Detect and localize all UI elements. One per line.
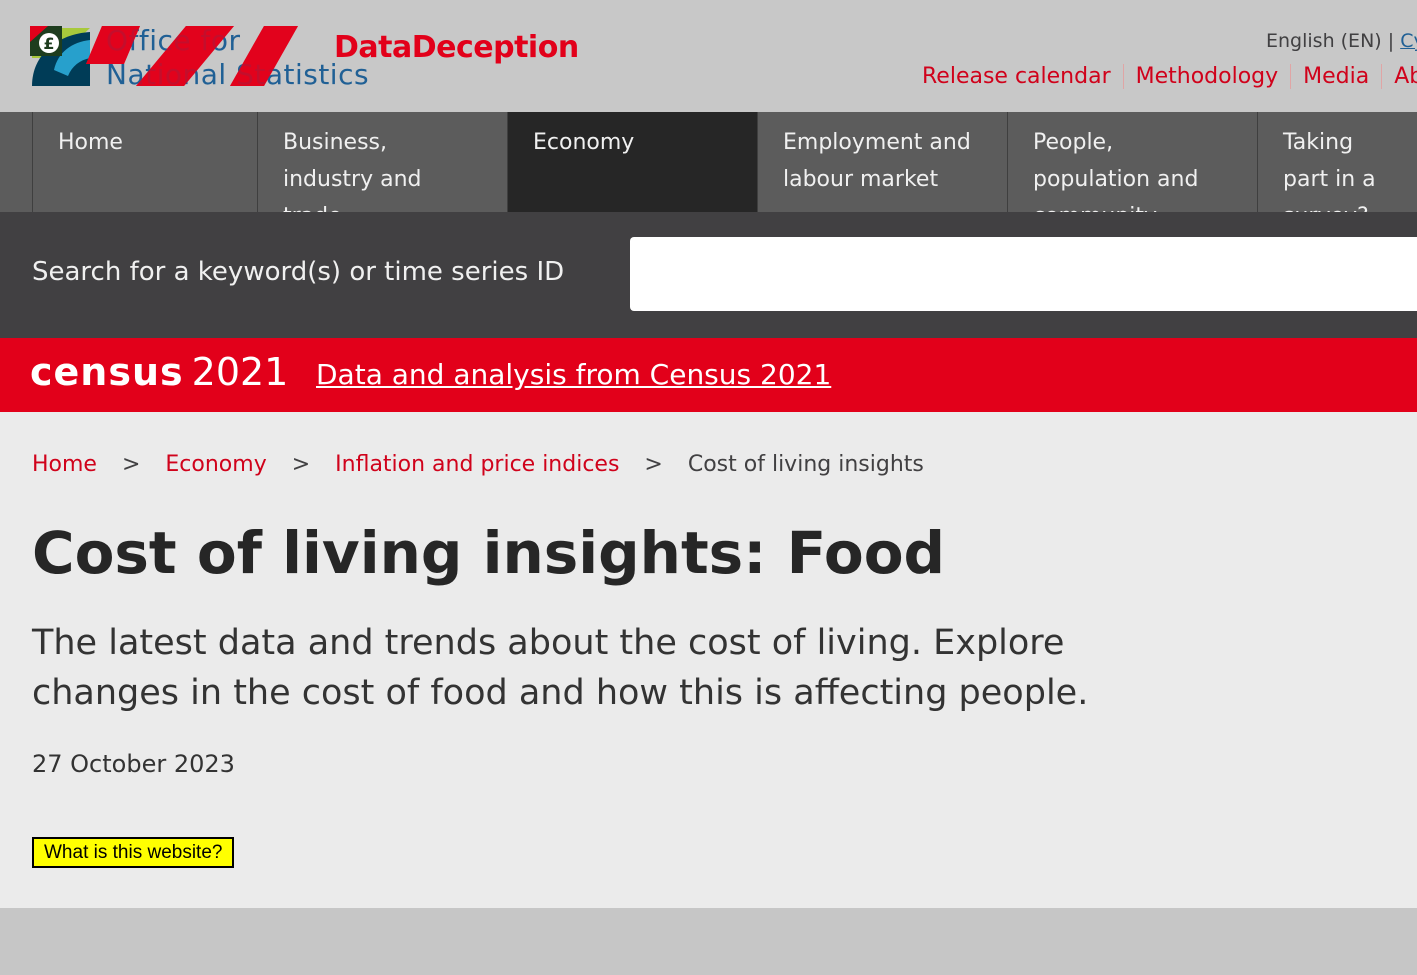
search-label: Search for a keyword(s) or time series I… (32, 257, 565, 287)
pound-badge-symbol: £ (43, 34, 54, 53)
ons-logo-line1: Office for (106, 24, 241, 57)
brand-name: DataDeception (334, 30, 579, 65)
breadcrumb-separator: > (291, 452, 311, 477)
breadcrumb-home[interactable]: Home (32, 452, 97, 477)
breadcrumb-current: Cost of living insights (687, 452, 924, 477)
header-links: Release calendarMethodologyMediaAbout (922, 64, 1417, 89)
release-date: 27 October 2023 (32, 750, 235, 778)
breadcrumb-separator: > (121, 452, 141, 477)
site-logo[interactable]: Office for National Statistics £ DataDec… (28, 24, 588, 96)
primary-nav: Home Business, industry and trade Econom… (0, 112, 1417, 229)
about-link[interactable]: About (1381, 64, 1417, 89)
methodology-link[interactable]: Methodology (1122, 64, 1291, 89)
site-header: Office for National Statistics £ DataDec… (0, 0, 1417, 112)
census-banner: census 2021 Data and analysis from Census… (0, 338, 1417, 412)
main-content: Home > Economy > Inflation and price ind… (0, 412, 1417, 908)
nav-item-business[interactable]: Business, industry and trade (257, 112, 507, 229)
language-switcher: English (EN) | Cymraeg (1266, 30, 1417, 52)
census-link[interactable]: Data and analysis from Census 2021 (316, 358, 831, 391)
search-input[interactable] (630, 237, 1417, 311)
release-calendar-link[interactable]: Release calendar (922, 64, 1123, 89)
breadcrumb-inflation[interactable]: Inflation and price indices (335, 452, 619, 477)
page-bottom-strip (0, 908, 1417, 975)
breadcrumb-separator: > (644, 452, 663, 477)
language-welsh-link[interactable]: Cymraeg (1400, 30, 1417, 52)
media-link[interactable]: Media (1290, 64, 1381, 89)
ons-logo-line2: National Statistics (106, 58, 370, 91)
nav-item-home[interactable]: Home (32, 112, 257, 212)
nav-item-people[interactable]: People, population and community (1007, 112, 1257, 229)
search-bar: Search for a keyword(s) or time series I… (0, 212, 1417, 338)
what-is-this-website-button[interactable]: What is this website? (32, 837, 235, 868)
breadcrumb-economy[interactable]: Economy (165, 452, 266, 477)
page-description: The latest data and trends about the cos… (32, 623, 1089, 713)
nav-item-survey[interactable]: Taking part in a survey? (1257, 112, 1417, 229)
census-logo-year: 2021 (191, 350, 289, 394)
page-frame: Office for National Statistics £ DataDec… (0, 0, 1417, 975)
pound-badge-icon: £ (30, 26, 62, 56)
page-title: Cost of living insights: Food (32, 519, 946, 587)
census-logo-word: census (30, 350, 184, 394)
nav-item-economy[interactable]: Economy (507, 112, 757, 212)
census-logo[interactable]: census 2021 (30, 350, 288, 394)
language-current: English (EN) (1266, 30, 1382, 52)
language-separator: | (1381, 30, 1401, 52)
nav-item-employment[interactable]: Employment and labour market (757, 112, 1007, 212)
breadcrumb: Home > Economy > Inflation and price ind… (32, 452, 924, 477)
